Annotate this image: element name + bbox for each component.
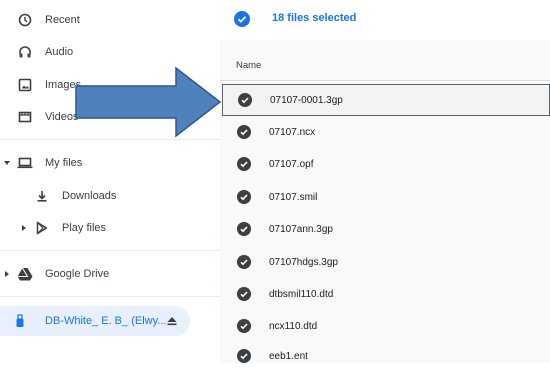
expand-arrow-icon[interactable] — [3, 270, 11, 278]
file-row[interactable]: dtbsmil110.dtd — [220, 278, 550, 310]
sidebar-item-google-drive[interactable]: Google Drive — [0, 259, 220, 289]
eject-icon[interactable] — [164, 313, 180, 329]
google-drive-icon — [17, 266, 33, 282]
sidebar-divider — [0, 139, 220, 140]
selected-check-icon[interactable] — [237, 319, 251, 333]
sidebar-item-label: Audio — [45, 46, 74, 58]
clock-icon — [17, 12, 33, 28]
file-name: 07107ann.3gp — [269, 223, 333, 235]
sidebar-item-label: Videos — [45, 111, 79, 123]
selected-check-icon[interactable] — [237, 190, 251, 204]
sidebar-item-recent[interactable]: Recent — [0, 5, 220, 35]
sidebar-item-label: DB-White_ E. B_ (Elwy... — [45, 315, 167, 327]
file-name: 07107.ncx — [269, 126, 316, 138]
sidebar-item-play-files[interactable]: Play files — [0, 213, 220, 243]
selected-check-icon[interactable] — [237, 255, 251, 269]
sidebar-item-downloads[interactable]: Downloads — [0, 181, 220, 211]
expand-arrow-icon[interactable] — [20, 224, 28, 232]
file-row[interactable]: 07107.opf — [220, 148, 550, 180]
file-row[interactable]: 07107hdgs.3gp — [220, 246, 550, 278]
sidebar: Recent Audio Images Videos My files Down… — [0, 0, 220, 363]
file-name: dtbsmil110.dtd — [269, 288, 334, 300]
selected-check-icon[interactable] — [237, 349, 251, 363]
file-row[interactable]: eeb1.ent — [220, 340, 550, 372]
file-row[interactable]: 07107.smil — [220, 181, 550, 213]
sidebar-item-usb-drive[interactable]: DB-White_ E. B_ (Elwy... — [0, 306, 190, 336]
sidebar-item-label: My files — [45, 157, 83, 169]
download-icon — [34, 188, 50, 204]
selected-check-icon[interactable] — [237, 287, 251, 301]
sidebar-item-audio[interactable]: Audio — [0, 37, 220, 67]
file-row[interactable]: ncx110.dtd — [220, 310, 550, 342]
select-all-checkbox[interactable] — [234, 11, 250, 27]
laptop-icon — [17, 155, 33, 171]
sidebar-item-my-files[interactable]: My files — [0, 148, 220, 178]
file-name: 07107.opf — [269, 158, 314, 170]
selection-count: 18 files selected — [272, 12, 357, 24]
sidebar-divider — [0, 250, 220, 251]
expand-arrow-icon[interactable] — [3, 159, 11, 167]
image-icon — [17, 77, 33, 93]
file-row[interactable]: 07107.ncx — [220, 116, 550, 148]
selected-check-icon[interactable] — [238, 93, 252, 107]
sidebar-item-label: Images — [45, 79, 82, 91]
sidebar-item-label: Downloads — [62, 190, 117, 202]
file-name: ncx110.dtd — [269, 320, 318, 332]
sidebar-item-images[interactable]: Images — [0, 70, 220, 100]
checkmark-icon — [237, 16, 247, 23]
file-row[interactable]: 07107-0001.3gp — [222, 84, 550, 116]
file-name: 07107hdgs.3gp — [269, 256, 338, 268]
header-divider — [220, 80, 550, 81]
sidebar-item-label: Google Drive — [45, 268, 110, 280]
play-store-icon — [34, 220, 50, 236]
file-name: eeb1.ent — [269, 350, 308, 362]
file-row[interactable]: 07107ann.3gp — [220, 213, 550, 245]
film-icon — [17, 109, 33, 125]
selected-check-icon[interactable] — [237, 222, 251, 236]
selected-check-icon[interactable] — [237, 157, 251, 171]
sidebar-divider — [0, 296, 220, 297]
selection-bar: 18 files selected — [220, 0, 550, 40]
file-list-pane: 18 files selected Name 07107-0001.3gp 07… — [220, 0, 550, 363]
file-name: 07107-0001.3gp — [270, 94, 343, 106]
headphones-icon — [17, 44, 33, 60]
selected-check-icon[interactable] — [237, 125, 251, 139]
file-name: 07107.smil — [269, 191, 318, 203]
sidebar-item-label: Play files — [62, 222, 107, 234]
sidebar-item-videos[interactable]: Videos — [0, 102, 220, 132]
usb-icon — [12, 313, 28, 329]
column-header-name[interactable]: Name — [236, 60, 261, 71]
sidebar-item-label: Recent — [45, 14, 80, 26]
